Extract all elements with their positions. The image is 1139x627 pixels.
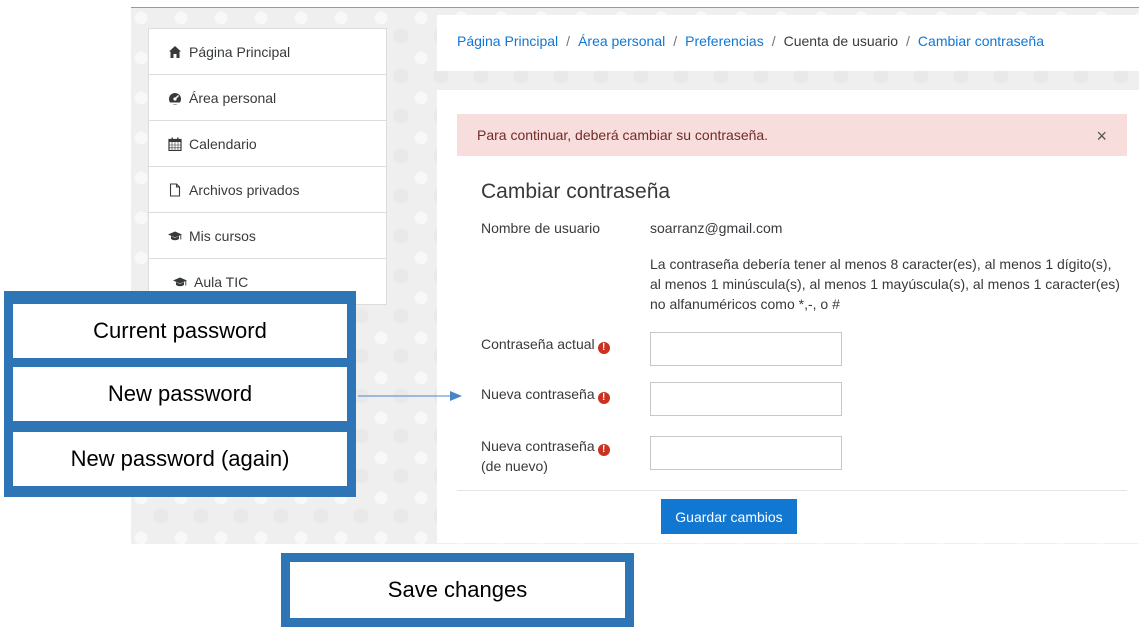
file-icon — [168, 182, 182, 197]
breadcrumb-separator: / — [566, 33, 571, 49]
required-icon: ! — [597, 392, 610, 404]
sidebar-item-my-courses[interactable]: Mis cursos — [149, 213, 386, 259]
annotation-save-changes: Save changes — [281, 553, 634, 627]
new-password-again-label-suffix: (de nuevo) — [481, 458, 548, 474]
password-rules: La contraseña debería tener al menos 8 c… — [650, 256, 1120, 312]
breadcrumb-link-preferences[interactable]: Preferencias — [685, 33, 764, 49]
save-changes-button[interactable]: Guardar cambios — [661, 499, 797, 534]
sidebar-item-label: Calendario — [189, 135, 257, 152]
breadcrumb: Página Principal / Área personal / Preferenc… — [457, 33, 1044, 49]
breadcrumb-link-change-password[interactable]: Cambiar contraseña — [918, 33, 1044, 49]
breadcrumb-separator: / — [673, 33, 678, 49]
breadcrumb-separator: / — [771, 33, 776, 49]
sidebar-item-calendar[interactable]: Calendario — [149, 121, 386, 167]
sidebar-item-dashboard[interactable]: Área personal — [149, 75, 386, 121]
alert-message: Para continuar, deberá cambiar su contra… — [477, 127, 769, 143]
alert-banner: Para continuar, deberá cambiar su contra… — [457, 114, 1127, 156]
sidebar-item-private-files[interactable]: Archivos privados — [149, 167, 386, 213]
breadcrumb-user-account: Cuenta de usuario — [783, 33, 899, 49]
new-password-input[interactable] — [650, 382, 842, 416]
new-password-label: Nueva contraseña! — [481, 384, 610, 404]
breadcrumb-separator: / — [906, 33, 910, 49]
username-label: Nombre de usuario — [481, 220, 601, 236]
annotation-new-password: New password — [13, 367, 347, 421]
sidebar-item-label: Página Principal — [189, 43, 291, 60]
current-password-label-text: Contraseña actual — [481, 336, 595, 352]
sidebar-item-label: Mis cursos — [189, 227, 256, 244]
new-password-again-label-text: Nueva contraseña — [481, 438, 595, 454]
new-password-again-label: Nueva contraseña! (de nuevo) — [481, 436, 610, 476]
sidebar-item-label: Archivos privados — [189, 181, 300, 198]
breadcrumb-bar: Página Principal / Área personal / Preferenc… — [437, 15, 1139, 71]
close-icon[interactable]: × — [1096, 114, 1107, 158]
current-password-label: Contraseña actual! — [481, 334, 610, 354]
calendar-icon — [168, 137, 182, 151]
dashboard-icon — [168, 91, 182, 105]
home-icon — [168, 45, 182, 59]
annotation-new-password-again: New password (again) — [13, 432, 347, 486]
breadcrumb-link-dashboard[interactable]: Área personal — [578, 33, 665, 49]
graduation-cap-icon — [168, 229, 182, 243]
sidebar-item-label: Aula TIC — [194, 273, 249, 290]
required-icon: ! — [597, 342, 610, 354]
form-divider — [457, 490, 1127, 491]
graduation-cap-icon — [173, 275, 187, 289]
required-icon: ! — [597, 444, 610, 456]
page-title: Cambiar contraseña — [481, 180, 671, 203]
current-password-input[interactable] — [650, 332, 842, 366]
sidebar-item-home[interactable]: Página Principal — [149, 29, 386, 75]
username-value: soarranz@gmail.com — [650, 220, 783, 236]
sidebar-item-label: Área personal — [189, 89, 277, 106]
annotation-arrow-icon — [358, 391, 462, 401]
change-password-card: Para continuar, deberá cambiar su contra… — [437, 90, 1139, 543]
annotation-callout-group: Current password New password New passwo… — [4, 291, 356, 497]
sidebar-nav: Página Principal Área personal Calendari… — [148, 28, 387, 305]
breadcrumb-link-home[interactable]: Página Principal — [457, 33, 558, 49]
new-password-label-text: Nueva contraseña — [481, 386, 595, 402]
new-password-again-input[interactable] — [650, 436, 842, 470]
annotation-current-password: Current password — [13, 304, 347, 358]
